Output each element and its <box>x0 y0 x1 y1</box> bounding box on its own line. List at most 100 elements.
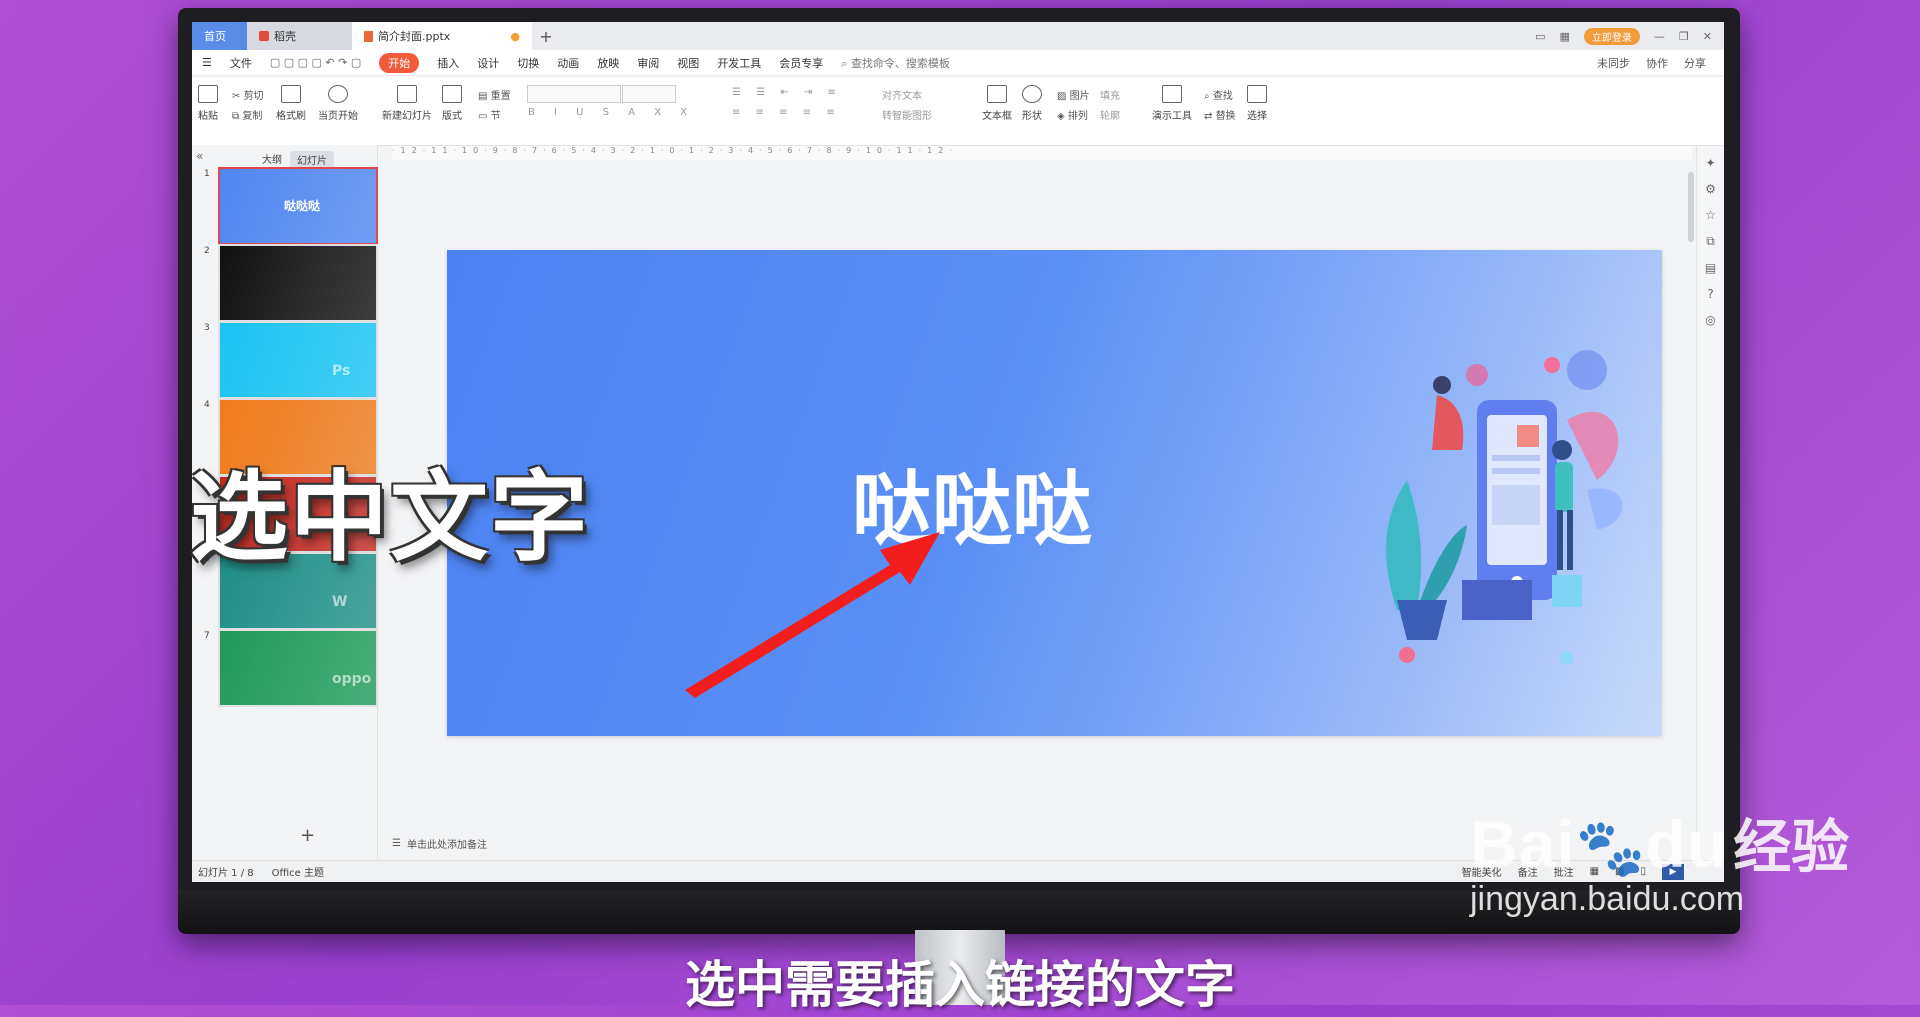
format-painter-button[interactable]: 格式刷 <box>276 85 306 122</box>
section-button[interactable]: ▭ 节 <box>478 107 501 122</box>
menu-transition[interactable]: 切换 <box>517 55 539 71</box>
slide-thumbnail[interactable]: Ps <box>218 321 378 399</box>
slide-thumbnail-text: W <box>332 594 348 610</box>
theme-name[interactable]: Office 主题 <box>272 864 324 879</box>
search-icon: ⌕ <box>841 56 848 70</box>
select-button[interactable]: 选择 <box>1247 85 1267 122</box>
menu-view[interactable]: 视图 <box>677 55 699 71</box>
slide-counter: 幻灯片 1 / 8 <box>198 868 254 879</box>
brush-icon <box>281 85 301 103</box>
textbox-button[interactable]: 文本框 <box>982 85 1012 122</box>
slide-thumbnail-number: 4 <box>204 400 210 410</box>
minimize-icon[interactable]: — <box>1654 30 1665 43</box>
play-from-current-button[interactable]: 当页开始 <box>318 85 358 122</box>
notes-icon: ☰ <box>392 837 401 849</box>
quick-access-icons[interactable]: ▢ ▢ ▢ ▢ ↶ ↷ ▢ <box>270 56 361 69</box>
apps-grid-icon[interactable]: ▦ <box>1560 30 1570 43</box>
location-icon[interactable]: ◎ <box>1705 313 1715 327</box>
share-button[interactable]: 分享 <box>1684 55 1706 71</box>
collaborate-button[interactable]: 协作 <box>1646 55 1668 71</box>
shapes-button[interactable]: 形状 <box>1022 85 1042 122</box>
tab-slides[interactable]: 幻灯片 <box>290 151 334 168</box>
paste-button[interactable]: 粘贴 <box>198 85 218 122</box>
arrange-button[interactable]: ◈ 排列 <box>1057 107 1088 122</box>
collapse-panel-icon[interactable]: « <box>196 149 203 163</box>
presentation-tools-icon <box>1162 85 1182 103</box>
layout-toggle-icon[interactable]: ▭ <box>1535 30 1545 43</box>
slide-thumbnail-number: 3 <box>204 323 210 333</box>
tab-docer[interactable]: 稻壳 <box>247 22 352 50</box>
slide-thumbnail-text: Ps <box>332 363 351 379</box>
menu-design[interactable]: 设计 <box>477 55 499 71</box>
sync-status[interactable]: 未同步 <box>1597 55 1630 71</box>
menu-bar: ☰ 文件 ▢ ▢ ▢ ▢ ↶ ↷ ▢ 开始 插入 设计 切换 动画 放映 审阅 … <box>192 50 1724 76</box>
database-icon[interactable]: ▤ <box>1705 261 1716 275</box>
slide-thumbnail[interactable]: oppo <box>218 629 378 707</box>
picture-button[interactable]: ▨ 图片 <box>1057 87 1090 102</box>
slide-canvas[interactable]: 哒哒哒 <box>447 250 1662 736</box>
new-tab-button[interactable]: + <box>532 22 560 50</box>
copy-button[interactable]: ⧉ 复制 <box>232 107 262 122</box>
text-format-buttons[interactable]: B I U S A X X <box>528 107 695 118</box>
presentation-tools-button[interactable]: 演示工具 <box>1152 85 1192 122</box>
menu-home[interactable]: 开始 <box>379 52 420 73</box>
cut-button[interactable]: ✂ 剪切 <box>232 87 264 102</box>
outline-button[interactable]: 轮廓 <box>1100 107 1120 122</box>
tab-home[interactable]: 首页 <box>192 22 247 50</box>
menu-file[interactable]: 文件 <box>230 55 252 71</box>
tab-document[interactable]: 简介封面.pptx ● <box>352 22 532 50</box>
baidu-watermark: Bai🐾du 经验 jingyan.baidu.com <box>1470 807 1850 918</box>
menu-insert[interactable]: 插入 <box>437 55 459 71</box>
help-icon[interactable]: ? <box>1707 287 1713 301</box>
smart-shape-button[interactable]: 转智能图形 <box>882 107 932 122</box>
subtitle-overlay: 选中需要插入链接的文字 <box>685 956 1235 1014</box>
close-icon[interactable]: ✕ <box>1703 30 1712 43</box>
login-button[interactable]: 立即登录 <box>1583 27 1640 45</box>
unsaved-dot-icon: ● <box>510 29 520 43</box>
new-slide-icon <box>397 85 417 103</box>
select-cursor-icon <box>1247 85 1267 103</box>
find-button[interactable]: ⌕ 查找 <box>1204 87 1233 102</box>
play-icon <box>328 85 348 103</box>
slide-thumbnail-text: oppo <box>332 671 372 687</box>
new-slide-button[interactable]: 新建幻灯片 <box>382 85 432 122</box>
font-family-select[interactable] <box>527 85 621 103</box>
slide-thumbnail[interactable]: 哒哒哒 <box>218 167 378 245</box>
menu-review[interactable]: 审阅 <box>637 55 659 71</box>
slide-thumbnail-text: 哒哒哒 <box>284 199 321 213</box>
star-icon[interactable]: ☆ <box>1705 208 1716 222</box>
textbox-icon <box>987 85 1007 103</box>
magic-icon[interactable]: ✦ <box>1705 156 1715 170</box>
layout-button[interactable]: 版式 <box>442 85 462 122</box>
slide-thumbnail-number: 1 <box>204 169 210 179</box>
menu-slideshow[interactable]: 放映 <box>597 55 619 71</box>
add-slide-button[interactable]: + <box>300 825 315 846</box>
slide-thumbnail-number: 2 <box>204 246 210 256</box>
reset-button[interactable]: ▤ 重置 <box>478 87 511 102</box>
font-size-select[interactable] <box>622 85 676 103</box>
horizontal-ruler: ·12·11·10·9·8·7·6·5·4·3·2·1·0·1·2·3·4·5·… <box>392 146 1692 160</box>
align-text-button[interactable]: 对齐文本 <box>882 87 922 102</box>
menu-developer[interactable]: 开发工具 <box>717 55 761 71</box>
restore-icon[interactable]: ❐ <box>1679 30 1689 43</box>
menu-animation[interactable]: 动画 <box>557 55 579 71</box>
hamburger-icon[interactable]: ☰ <box>202 56 212 69</box>
settings-sliders-icon[interactable]: ⚙ <box>1705 182 1716 196</box>
replace-button[interactable]: ⇄ 替换 <box>1204 107 1236 122</box>
menu-member[interactable]: 会员专享 <box>779 55 823 71</box>
caption-overlay: 选中文字 <box>190 461 591 575</box>
paragraph-buttons[interactable]: ☰ ☰ ⇤ ⇥ ≡ <box>732 87 842 98</box>
slide-thumbnail[interactable] <box>218 244 378 322</box>
tab-outline[interactable]: 大纲 <box>262 151 282 168</box>
paste-icon <box>198 85 218 103</box>
layout-icon <box>442 85 462 103</box>
fill-button[interactable]: 填充 <box>1100 87 1120 102</box>
align-buttons[interactable]: ≡ ≡ ≡ ≡ ≡ <box>732 107 841 118</box>
vertical-scrollbar[interactable] <box>1688 172 1694 242</box>
illustration-phone-people <box>1386 350 1623 665</box>
slide-thumbnail-number: 7 <box>204 631 210 641</box>
copy-icon[interactable]: ⧉ <box>1706 234 1715 249</box>
ribbon-toolbar: 粘贴 ✂ 剪切 ⧉ 复制 格式刷 当页开始 新建幻灯片 版式 ▤ 重置 ▭ 节 … <box>192 77 1724 146</box>
command-search[interactable]: ⌕ 查找命令、搜索模板 <box>841 55 950 71</box>
shapes-icon <box>1022 85 1042 103</box>
